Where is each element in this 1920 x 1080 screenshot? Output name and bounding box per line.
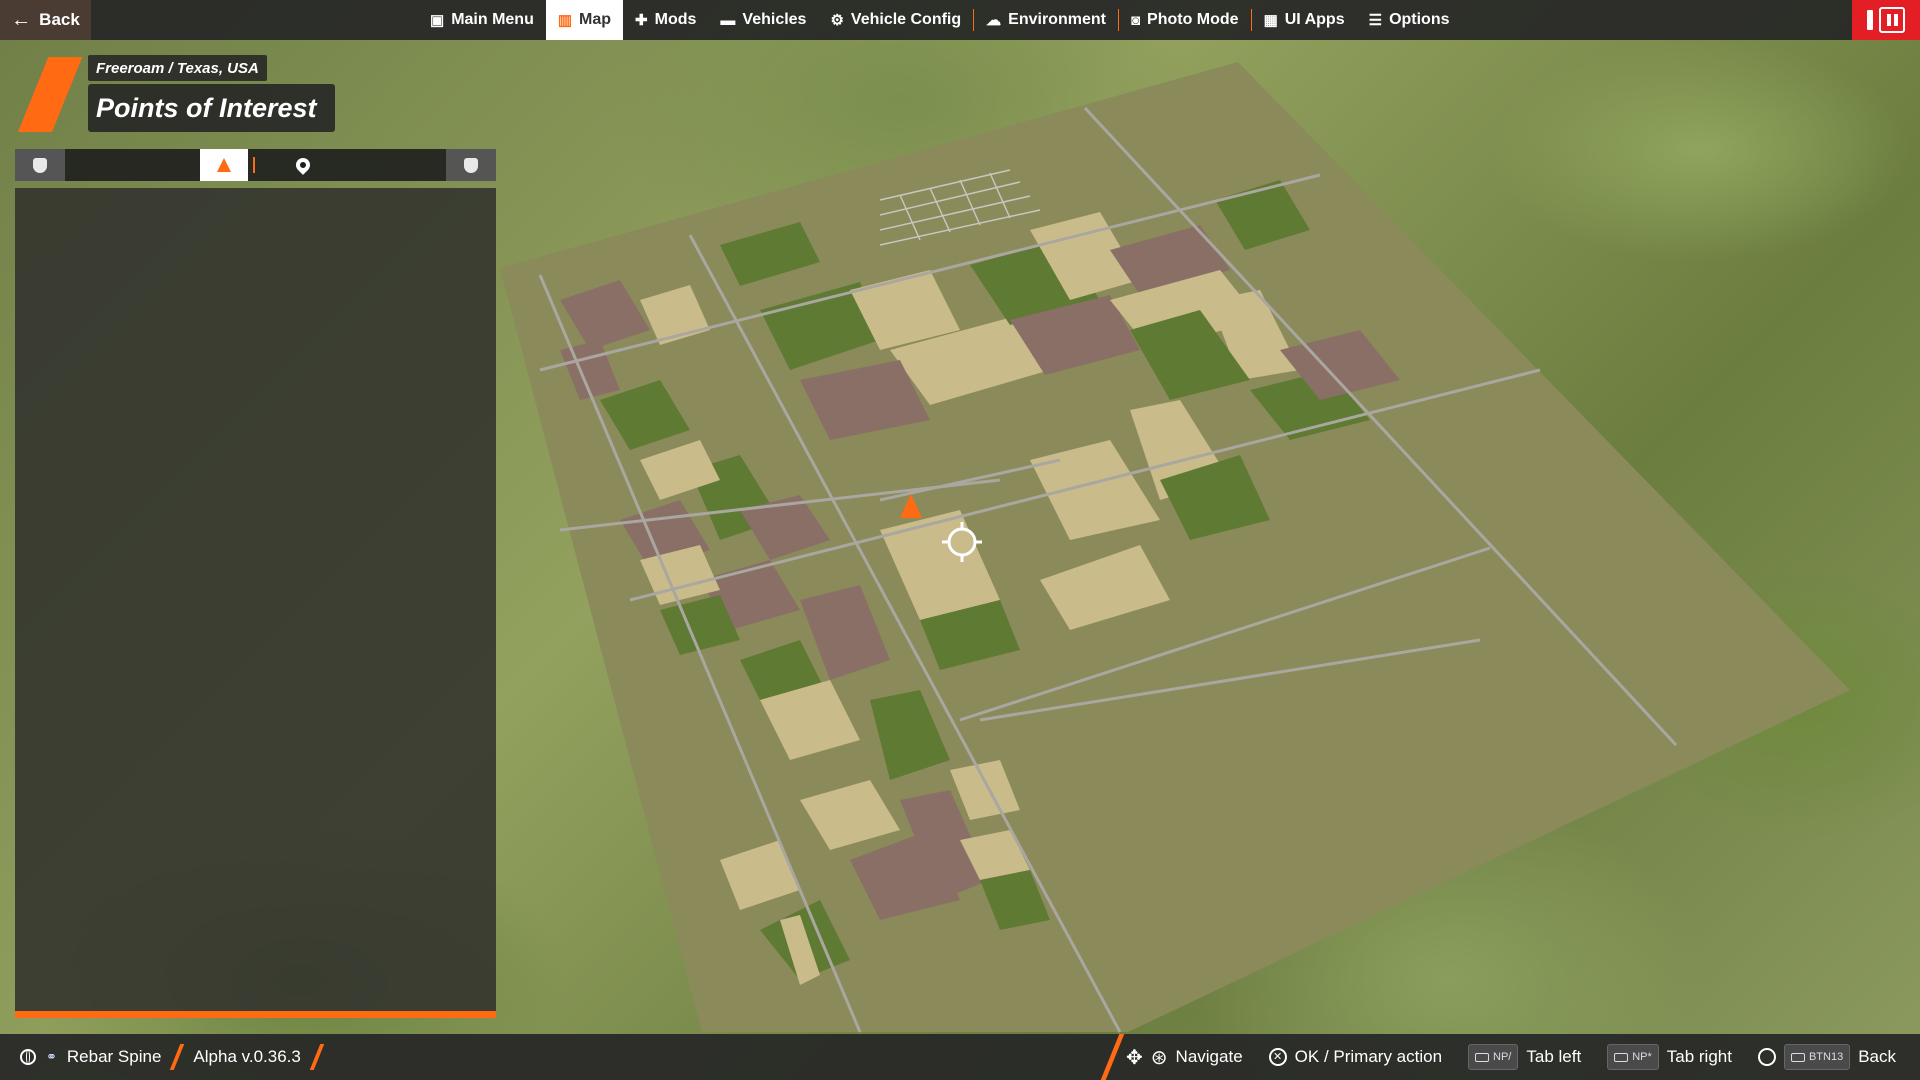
top-navigation-bar: ← Back ▣ Main Menu ▥ Map ✚ Mods ▬ Vehicl… bbox=[0, 0, 1920, 40]
nav-label: Photo Mode bbox=[1147, 11, 1239, 28]
back-label: Back bbox=[39, 10, 80, 29]
breadcrumb: Freeroam / Texas, USA bbox=[88, 55, 267, 81]
camera-icon: ◙ bbox=[1130, 11, 1141, 29]
hint-back[interactable]: Back bbox=[1858, 1047, 1896, 1067]
divider-slash bbox=[309, 1044, 325, 1070]
nav-label: Vehicle Config bbox=[850, 11, 962, 28]
user-info: ⚭ Rebar Spine Alpha v.0.36.3 bbox=[20, 1034, 325, 1080]
status-bar-icon bbox=[1867, 10, 1873, 30]
shield-icon bbox=[464, 157, 478, 173]
engine-icon: ⚙ bbox=[830, 12, 844, 29]
main-menu-icon: ▣ bbox=[430, 12, 445, 29]
back-button[interactable]: ← Back bbox=[0, 0, 91, 40]
ui-apps-icon: ▦ bbox=[1263, 12, 1278, 29]
control-hints: ✥ ⊛ Navigate ✕ OK / Primary action NP/ T… bbox=[1126, 1034, 1896, 1080]
car-icon: ▬ bbox=[720, 11, 736, 29]
key-np-slash: NP/ bbox=[1468, 1044, 1519, 1070]
divider-slash bbox=[170, 1044, 185, 1070]
button-x-icon: ✕ bbox=[1268, 1048, 1287, 1066]
key-label: BTN13 bbox=[1808, 1051, 1844, 1063]
poi-marker-icon[interactable] bbox=[900, 494, 922, 518]
nav-label: UI Apps bbox=[1284, 11, 1345, 28]
panel-accent-bar bbox=[15, 1011, 496, 1018]
key-label: NP* bbox=[1632, 1051, 1652, 1063]
globe-icon bbox=[20, 1049, 36, 1065]
pause-button[interactable] bbox=[1852, 0, 1920, 40]
pin-icon bbox=[293, 155, 313, 175]
hint-ok[interactable]: OK / Primary action bbox=[1295, 1047, 1442, 1067]
nav-label: Main Menu bbox=[451, 11, 534, 28]
nav-map[interactable]: ▥ Map bbox=[545, 0, 624, 40]
weather-icon: ☁ bbox=[986, 12, 1002, 29]
nav-mods[interactable]: ✚ Mods bbox=[623, 0, 708, 40]
nav-label: Environment bbox=[1008, 11, 1106, 28]
tab-locations[interactable] bbox=[285, 149, 321, 181]
cone-icon bbox=[217, 158, 231, 172]
nav-label: Map bbox=[579, 11, 612, 28]
arrow-left-icon: ← bbox=[11, 9, 32, 31]
keyboard-icon bbox=[1475, 1052, 1490, 1062]
button-circle-icon bbox=[1757, 1048, 1776, 1066]
poi-list-panel[interactable] bbox=[15, 188, 496, 1013]
nav-main-menu[interactable]: ▣ Main Menu bbox=[418, 0, 546, 40]
nav-label: Mods bbox=[654, 11, 697, 28]
map-icon: ▥ bbox=[557, 12, 573, 29]
keyboard-icon bbox=[1614, 1052, 1629, 1062]
version-label: Alpha v.0.36.3 bbox=[193, 1047, 301, 1066]
crosshair-icon bbox=[942, 522, 982, 562]
nav-photo-mode[interactable]: ◙ Photo Mode bbox=[1119, 0, 1251, 40]
poi-tab-bar bbox=[15, 149, 496, 181]
joystick-icon: ⊛ bbox=[1150, 1046, 1168, 1069]
bottom-status-bar: ⚭ Rebar Spine Alpha v.0.36.3 ✥ ⊛ Navigat… bbox=[0, 1034, 1920, 1080]
page-title: Points of Interest bbox=[88, 84, 335, 132]
tab-points-of-interest[interactable] bbox=[200, 149, 248, 181]
key-np-star: NP* bbox=[1607, 1044, 1659, 1070]
divider-slash bbox=[1100, 1034, 1125, 1080]
hint-navigate: Navigate bbox=[1175, 1047, 1243, 1066]
tab-divider bbox=[253, 157, 255, 173]
nav-vehicles[interactable]: ▬ Vehicles bbox=[708, 0, 818, 40]
nav-ui-apps[interactable]: ▦ UI Apps bbox=[1252, 0, 1357, 40]
dpad-icon: ✥ bbox=[1126, 1046, 1143, 1069]
controller-icon bbox=[1790, 1052, 1805, 1062]
nav-label: Vehicles bbox=[742, 11, 807, 28]
main-nav: ▣ Main Menu ▥ Map ✚ Mods ▬ Vehicles ⚙ Ve… bbox=[418, 0, 1462, 40]
shield-icon bbox=[33, 157, 47, 173]
hint-tab-right[interactable]: Tab right bbox=[1667, 1047, 1732, 1067]
key-label: NP/ bbox=[1493, 1051, 1512, 1063]
link-icon: ⚭ bbox=[46, 1049, 57, 1064]
tab-right-bumper[interactable] bbox=[446, 149, 496, 181]
nav-vehicle-config[interactable]: ⚙ Vehicle Config bbox=[818, 0, 973, 40]
nav-options[interactable]: ☰ Options bbox=[1357, 0, 1462, 40]
key-btn13: BTN13 bbox=[1783, 1044, 1851, 1070]
sliders-icon: ☰ bbox=[1368, 12, 1383, 29]
puzzle-icon: ✚ bbox=[635, 12, 648, 29]
nav-environment[interactable]: ☁ Environment bbox=[974, 0, 1118, 40]
nav-label: Options bbox=[1389, 11, 1450, 28]
user-name: Rebar Spine bbox=[66, 1047, 162, 1066]
pause-icon bbox=[1879, 7, 1905, 33]
tab-left-bumper[interactable] bbox=[15, 149, 65, 181]
hint-tab-left[interactable]: Tab left bbox=[1526, 1047, 1581, 1067]
